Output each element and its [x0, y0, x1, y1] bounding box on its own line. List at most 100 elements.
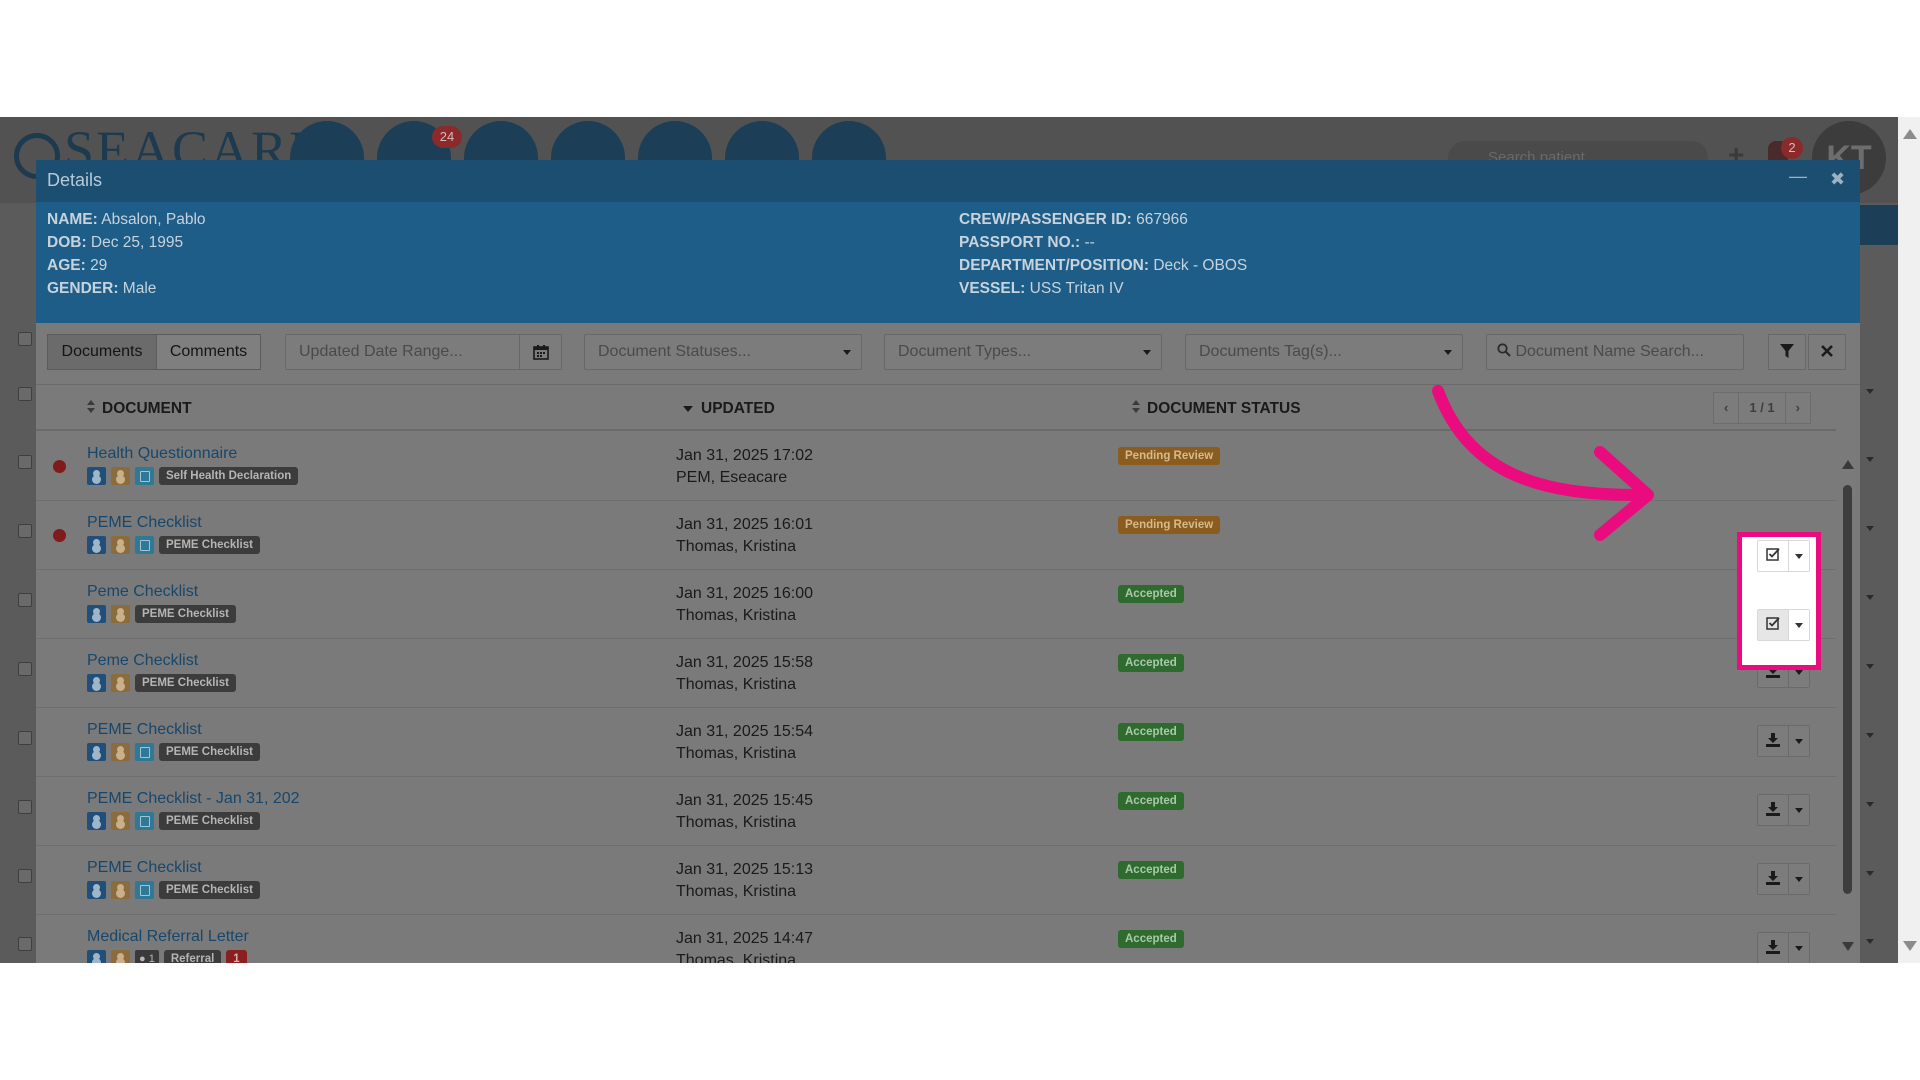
table-row: Peme Checklist PEME Checklist Jan 31, 2025…: [36, 570, 1836, 639]
modal-header: Details — ✖: [36, 160, 1860, 202]
review-button-group[interactable]: [1757, 540, 1810, 572]
status-badge: Pending Review: [1118, 516, 1221, 534]
bg-dropdown-caret-icon: [1866, 664, 1874, 669]
download-button-group[interactable]: [1757, 794, 1810, 826]
updated-by: Thomas, Kristina: [676, 538, 797, 555]
updated-cell: Jan 31, 2025 17:02 PEM, Eseacare: [676, 445, 813, 489]
patient-gender: GENDER: Male: [47, 280, 157, 297]
column-document[interactable]: DOCUMENT: [86, 400, 192, 418]
document-tag: Referral: [163, 950, 222, 963]
screenshot-area: SEACARE 24 Search patient + 2 KT Details…: [0, 117, 1920, 963]
minimize-icon[interactable]: —: [1789, 166, 1807, 187]
filter-button[interactable]: [1768, 334, 1806, 370]
uploader-icon: [111, 674, 130, 692]
download-button-group[interactable]: [1757, 725, 1810, 757]
bg-row-checkbox[interactable]: [18, 731, 32, 745]
tab-comments[interactable]: Comments: [156, 334, 261, 370]
modal-scrollbar[interactable]: [1839, 460, 1855, 963]
download-button-group[interactable]: [1757, 932, 1810, 963]
uploader-icon: [111, 536, 130, 554]
download-button[interactable]: [1758, 864, 1789, 894]
download-button[interactable]: [1758, 933, 1789, 963]
document-link[interactable]: PEME Checklist: [87, 514, 202, 532]
bg-row-checkbox[interactable]: [18, 937, 32, 951]
updated-cell: Jan 31, 2025 15:13 Thomas, Kristina: [676, 859, 813, 903]
review-button-group[interactable]: [1757, 609, 1810, 641]
bg-row-checkbox[interactable]: [18, 593, 32, 607]
document-link[interactable]: PEME Checklist: [87, 859, 202, 877]
search-icon: [1497, 343, 1511, 357]
vessel: VESSEL: USS Tritan IV: [959, 280, 1124, 297]
download-dropdown-toggle[interactable]: [1789, 795, 1809, 825]
document-link[interactable]: Peme Checklist: [87, 652, 198, 670]
updated-by: PEM, Eseacare: [676, 469, 788, 486]
crew-icon: [87, 743, 106, 761]
bg-row-checkbox[interactable]: [18, 800, 32, 814]
bg-row-checkbox[interactable]: [18, 455, 32, 469]
pager-page-indicator: 1 / 1: [1739, 393, 1786, 423]
download-button[interactable]: [1758, 726, 1789, 756]
document-link[interactable]: Medical Referral Letter: [87, 928, 249, 946]
document-tag: PEME Checklist: [159, 743, 260, 761]
column-updated[interactable]: UPDATED: [683, 400, 775, 418]
download-button-group[interactable]: [1757, 863, 1810, 895]
chevron-down-icon: [1444, 350, 1452, 355]
download-dropdown-toggle[interactable]: [1789, 933, 1809, 963]
review-dropdown-toggle[interactable]: [1789, 610, 1809, 640]
document-tags: PEME Checklist: [87, 812, 260, 830]
document-types-select[interactable]: Document Types...: [884, 334, 1162, 370]
pager-next-button[interactable]: ›: [1786, 393, 1810, 423]
document-link[interactable]: Health Questionnaire: [87, 445, 237, 463]
status-badge: Accepted: [1118, 585, 1184, 603]
page-scrollbar[interactable]: [1898, 117, 1920, 963]
uploader-icon: [111, 881, 130, 899]
review-button[interactable]: [1758, 541, 1789, 571]
download-button[interactable]: [1758, 795, 1789, 825]
table-row: Health Questionnaire Self Health Declarat…: [36, 432, 1836, 501]
download-dropdown-toggle[interactable]: [1789, 864, 1809, 894]
updated-by: Thomas, Kristina: [676, 745, 797, 762]
document-tags-select[interactable]: Documents Tag(s)...: [1185, 334, 1463, 370]
updated-cell: Jan 31, 2025 14:47 Thomas, Kristina: [676, 928, 813, 963]
bg-row-checkbox[interactable]: [18, 387, 32, 401]
bg-row-checkbox[interactable]: [18, 524, 32, 538]
tab-documents[interactable]: Documents: [47, 334, 157, 370]
date-range-input[interactable]: Updated Date Range...: [285, 334, 521, 370]
document-tag: PEME Checklist: [135, 605, 236, 623]
check-square-icon: [1766, 548, 1780, 561]
document-link[interactable]: Peme Checklist: [87, 583, 198, 601]
close-icon: [1821, 345, 1833, 357]
crew-icon: [87, 467, 106, 485]
close-icon[interactable]: ✖: [1830, 169, 1845, 190]
bg-dropdown-caret-icon: [1866, 802, 1874, 807]
clear-filters-button[interactable]: [1808, 334, 1846, 370]
bg-dropdown-caret-icon: [1866, 595, 1874, 600]
calendar-button[interactable]: [519, 334, 562, 370]
document-name-search-input[interactable]: Document Name Search...: [1486, 334, 1744, 370]
bg-dropdown-caret-icon: [1866, 871, 1874, 876]
notification-badge: 2: [1781, 137, 1803, 159]
document-tags: ● 1 Referral 1: [87, 950, 247, 963]
table-row: PEME Checklist PEME Checklist Jan 31, 2025…: [36, 708, 1836, 777]
document-link[interactable]: PEME Checklist - Jan 31, 202: [87, 790, 300, 808]
bg-row-checkbox[interactable]: [18, 332, 32, 346]
bg-dropdown-caret-icon: [1866, 389, 1874, 394]
document-statuses-select[interactable]: Document Statuses...: [584, 334, 862, 370]
review-dropdown-toggle[interactable]: [1789, 541, 1809, 571]
unread-dot: [53, 460, 66, 473]
updated-by: Thomas, Kristina: [676, 952, 797, 963]
bg-row-checkbox[interactable]: [18, 869, 32, 883]
calendar-icon: [532, 345, 549, 360]
updated-date: Jan 31, 2025 15:58: [676, 654, 814, 671]
table-row: PEME Checklist - Jan 31, 202 PEME Checkli…: [36, 777, 1836, 846]
column-document-status[interactable]: DOCUMENT STATUS: [1131, 400, 1301, 418]
document-link[interactable]: PEME Checklist: [87, 721, 202, 739]
uploader-icon: [111, 743, 130, 761]
review-button[interactable]: [1758, 610, 1789, 640]
table-row: Peme Checklist PEME Checklist Jan 31, 2025…: [36, 639, 1836, 708]
bg-row-checkbox[interactable]: [18, 662, 32, 676]
download-dropdown-toggle[interactable]: [1789, 726, 1809, 756]
background-tab-bar: [1860, 205, 1900, 245]
bg-dropdown-caret-icon: [1866, 733, 1874, 738]
pager-prev-button[interactable]: ‹: [1714, 393, 1740, 423]
